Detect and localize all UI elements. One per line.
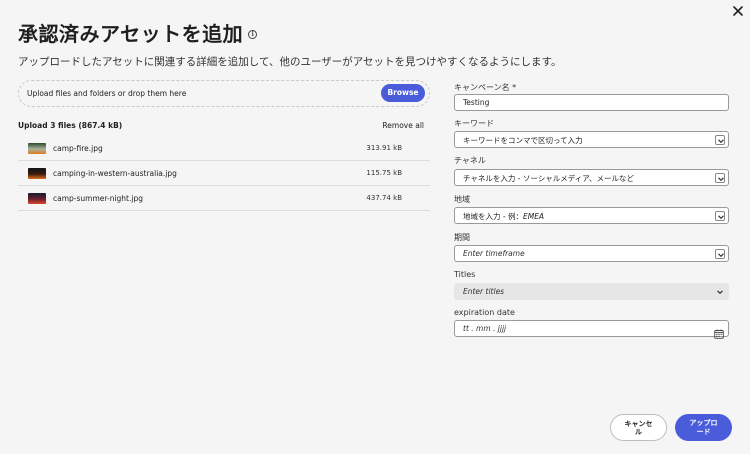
chevron-down-icon[interactable]	[715, 287, 725, 297]
file-thumbnail	[28, 168, 46, 179]
period-select[interactable]: Enter timeframe	[454, 245, 729, 262]
required-marker: *	[512, 83, 517, 92]
upload-label-line-1: アップロ	[689, 419, 718, 427]
file-size: 313.91 kB	[366, 144, 402, 152]
cancel-button[interactable]: キャンセ ル	[610, 414, 667, 441]
keywords-value: キーワードをコンマで区切って入力	[463, 136, 583, 145]
chevron-down-icon[interactable]	[715, 173, 725, 183]
region-value: 地域を入力 - 例：EMEA	[463, 211, 544, 222]
file-size: 437.74 kB	[366, 194, 402, 202]
expiration-placeholder: tt . mm . jjjj	[463, 324, 507, 333]
dialog-subtitle: アップロードしたアセットに関連する詳細を追加して、他のユーザーがアセットを見つけ…	[18, 56, 562, 68]
region-select[interactable]: 地域を入力 - 例：EMEA	[454, 207, 729, 224]
campaign-value: Testing	[463, 98, 490, 107]
keywords-label: キーワード	[454, 119, 494, 128]
channel-value: チャネルを入力 - ソーシャルメディア、メールなど	[463, 174, 634, 183]
campaign-label-text: キャンペーン名	[454, 83, 510, 92]
chevron-down-icon[interactable]	[715, 135, 725, 145]
file-list: camp-fire.jpg 313.91 kB camping-in-weste…	[18, 136, 430, 211]
channel-select[interactable]: チャネルを入力 - ソーシャルメディア、メールなど	[454, 169, 729, 186]
file-list-header: Upload 3 files (867.4 kB) Remove all	[18, 121, 430, 135]
campaign-input[interactable]: Testing	[454, 94, 729, 111]
info-icon[interactable]: i	[248, 29, 258, 39]
cancel-label-line-1: キャンセ	[624, 419, 653, 428]
browse-button[interactable]: Browse	[381, 84, 425, 102]
upload-count: Upload 3 files (867.4 kB)	[18, 121, 123, 130]
close-button[interactable]	[731, 4, 745, 18]
calendar-icon[interactable]	[714, 324, 724, 343]
dialog-title: 承認済みアセットを追加	[18, 22, 244, 46]
cancel-label-line-2: ル	[635, 428, 642, 436]
expiration-date-input[interactable]: tt . mm . jjjj	[454, 320, 729, 339]
close-icon	[733, 6, 743, 16]
file-thumbnail	[28, 143, 46, 154]
titles-placeholder: Enter titles	[463, 287, 505, 296]
channel-label: チャネル	[454, 156, 486, 165]
upload-dropzone[interactable]: Upload files and folders or drop them he…	[18, 80, 430, 107]
remove-all-button[interactable]: Remove all	[382, 121, 424, 130]
period-placeholder: Enter timeframe	[463, 249, 525, 258]
region-label: 地域	[454, 195, 470, 204]
file-row: camping-in-western-australia.jpg 115.75 …	[18, 161, 430, 186]
keywords-select[interactable]: キーワードをコンマで区切って入力	[454, 131, 729, 148]
region-value-example: EMEA	[522, 212, 545, 221]
period-label: 期間	[454, 233, 470, 242]
region-value-prefix: 地域を入力 - 例：	[463, 212, 523, 221]
file-name: camping-in-western-australia.jpg	[53, 169, 177, 178]
file-name: camp-summer-night.jpg	[53, 194, 143, 203]
dropzone-text: Upload files and folders or drop them he…	[27, 89, 187, 98]
titles-label: Titles	[454, 270, 476, 279]
file-name: camp-fire.jpg	[53, 144, 103, 153]
titles-select[interactable]: Enter titles	[454, 283, 729, 300]
campaign-label: キャンペーン名 *	[454, 82, 516, 93]
upload-button[interactable]: アップロ ード	[675, 414, 732, 441]
chevron-down-icon[interactable]	[715, 211, 725, 221]
upload-label-line-2: ード	[696, 427, 711, 436]
file-size: 115.75 kB	[366, 169, 402, 177]
file-row: camp-fire.jpg 313.91 kB	[18, 136, 430, 161]
dialog-header: 承認済みアセットを追加 i	[18, 18, 258, 47]
file-row: camp-summer-night.jpg 437.74 kB	[18, 186, 430, 211]
expiration-label: expiration date	[454, 308, 515, 317]
file-thumbnail	[28, 193, 46, 204]
chevron-down-icon[interactable]	[715, 249, 725, 259]
